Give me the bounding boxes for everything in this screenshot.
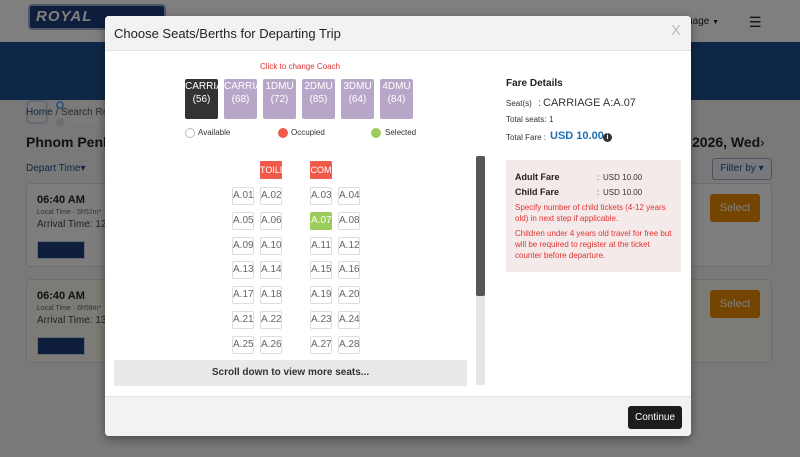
child-fare-label: Child Fare xyxy=(515,187,560,197)
coach-count: (72) xyxy=(270,94,289,105)
coach-tab-carriage-b[interactable]: CARRIAGE B (68) xyxy=(224,79,257,119)
seat-available[interactable]: A.08 xyxy=(338,212,360,230)
seat-available[interactable]: A.11 xyxy=(310,237,332,255)
compartment-facility: COM xyxy=(310,161,332,179)
coach-tab-4dmu[interactable]: 4DMU (84) xyxy=(380,79,413,119)
coach-count: (68) xyxy=(231,94,250,105)
selected-seats-value: CARRIAGE A:A.07 xyxy=(543,97,636,109)
free-child-note: Children under 4 years old travel for fr… xyxy=(515,229,672,260)
seat-selection-modal: Choose Seats/Berths for Departing Trip X… xyxy=(105,16,691,436)
seat-available[interactable]: A.02 xyxy=(260,187,282,205)
adult-fare-label: Adult Fare xyxy=(515,172,560,182)
info-icon[interactable]: i xyxy=(603,133,612,142)
coach-count: (85) xyxy=(309,94,328,105)
adult-fare-value: USD 10.00 xyxy=(603,173,643,182)
total-fare-label: Total Fare : xyxy=(506,133,547,142)
seats-colon: : xyxy=(538,98,541,109)
available-legend-icon xyxy=(185,128,195,138)
modal-title: Choose Seats/Berths for Departing Trip xyxy=(114,26,341,41)
seat-available[interactable]: A.25 xyxy=(232,336,254,354)
seat-available[interactable]: A.15 xyxy=(310,261,332,279)
seat-available[interactable]: A.09 xyxy=(232,237,254,255)
selected-legend-icon xyxy=(371,128,381,138)
coach-tab-2dmu[interactable]: 2DMU (85) xyxy=(302,79,335,119)
coach-name: 4DMU xyxy=(382,81,411,92)
coach-name: CARRIAGE A xyxy=(185,81,218,92)
total-seats-label: Total seats: xyxy=(506,115,547,124)
total-seats-value: 1 xyxy=(549,115,554,124)
seat-map[interactable]: TOILET COM A.01 A.02 A.03 A.04 A.05 A.06 A.07 A… xyxy=(114,157,485,386)
scroll-more-hint: Scroll down to view more seats... xyxy=(114,360,467,386)
fare-breakdown-box: Adult Fare : USD 10.00 Child Fare : USD … xyxy=(506,160,681,272)
seat-available[interactable]: A.13 xyxy=(232,261,254,279)
seat-available[interactable]: A.16 xyxy=(338,261,360,279)
seat-selected[interactable]: A.07 xyxy=(310,212,332,230)
seat-available[interactable]: A.21 xyxy=(232,311,254,329)
seat-available[interactable]: A.23 xyxy=(310,311,332,329)
coach-name: 3DMU xyxy=(343,81,372,92)
child-fare-value: USD 10.00 xyxy=(603,188,643,197)
seat-available[interactable]: A.26 xyxy=(260,336,282,354)
child-ticket-note: Specify number of child tickets (4-12 ye… xyxy=(515,203,666,223)
occupied-legend-label: Occupied xyxy=(291,128,325,137)
seat-available[interactable]: A.18 xyxy=(260,286,282,304)
seat-available[interactable]: A.03 xyxy=(310,187,332,205)
close-icon[interactable]: X xyxy=(671,22,681,39)
seat-available[interactable]: A.28 xyxy=(338,336,360,354)
seat-available[interactable]: A.12 xyxy=(338,237,360,255)
seats-label: Seat(s) xyxy=(506,99,532,108)
coach-count: (56) xyxy=(192,94,211,105)
coach-count: (64) xyxy=(348,94,367,105)
occupied-legend-icon xyxy=(278,128,288,138)
seat-available[interactable]: A.05 xyxy=(232,212,254,230)
total-fare-value: USD 10.00 xyxy=(550,130,604,142)
seat-available[interactable]: A.17 xyxy=(232,286,254,304)
seat-map-scrollbar[interactable] xyxy=(476,156,485,385)
seat-available[interactable]: A.01 xyxy=(232,187,254,205)
coach-tab-carriage-a[interactable]: CARRIAGE A (56) xyxy=(185,79,218,119)
coach-name: CARRIAGE B xyxy=(224,81,257,92)
seat-available[interactable]: A.24 xyxy=(338,311,360,329)
seat-available[interactable]: A.04 xyxy=(338,187,360,205)
selected-legend-label: Selected xyxy=(385,128,417,137)
adult-fare-colon: : xyxy=(597,173,600,182)
seat-available[interactable]: A.19 xyxy=(310,286,332,304)
coach-tab-1dmu[interactable]: 1DMU (72) xyxy=(263,79,296,119)
seat-available[interactable]: A.20 xyxy=(338,286,360,304)
fare-details-title: Fare Details xyxy=(506,78,563,89)
modal-footer: Continue xyxy=(105,396,691,436)
coach-count: (84) xyxy=(387,94,406,105)
change-coach-hint: Click to change Coach xyxy=(260,62,341,71)
seat-available[interactable]: A.22 xyxy=(260,311,282,329)
scrollbar-thumb[interactable] xyxy=(476,156,485,296)
continue-button[interactable]: Continue xyxy=(628,406,682,429)
seat-available[interactable]: A.06 xyxy=(260,212,282,230)
seat-available[interactable]: A.14 xyxy=(260,261,282,279)
toilet-facility: TOILET xyxy=(260,161,282,179)
seat-available[interactable]: A.27 xyxy=(310,336,332,354)
coach-name: 1DMU xyxy=(265,81,294,92)
coach-name: 2DMU xyxy=(304,81,333,92)
seat-available[interactable]: A.10 xyxy=(260,237,282,255)
modal-header: Choose Seats/Berths for Departing Trip X xyxy=(105,16,691,51)
available-legend-label: Available xyxy=(198,128,231,137)
coach-tab-3dmu[interactable]: 3DMU (64) xyxy=(341,79,374,119)
child-fare-colon: : xyxy=(597,188,600,197)
